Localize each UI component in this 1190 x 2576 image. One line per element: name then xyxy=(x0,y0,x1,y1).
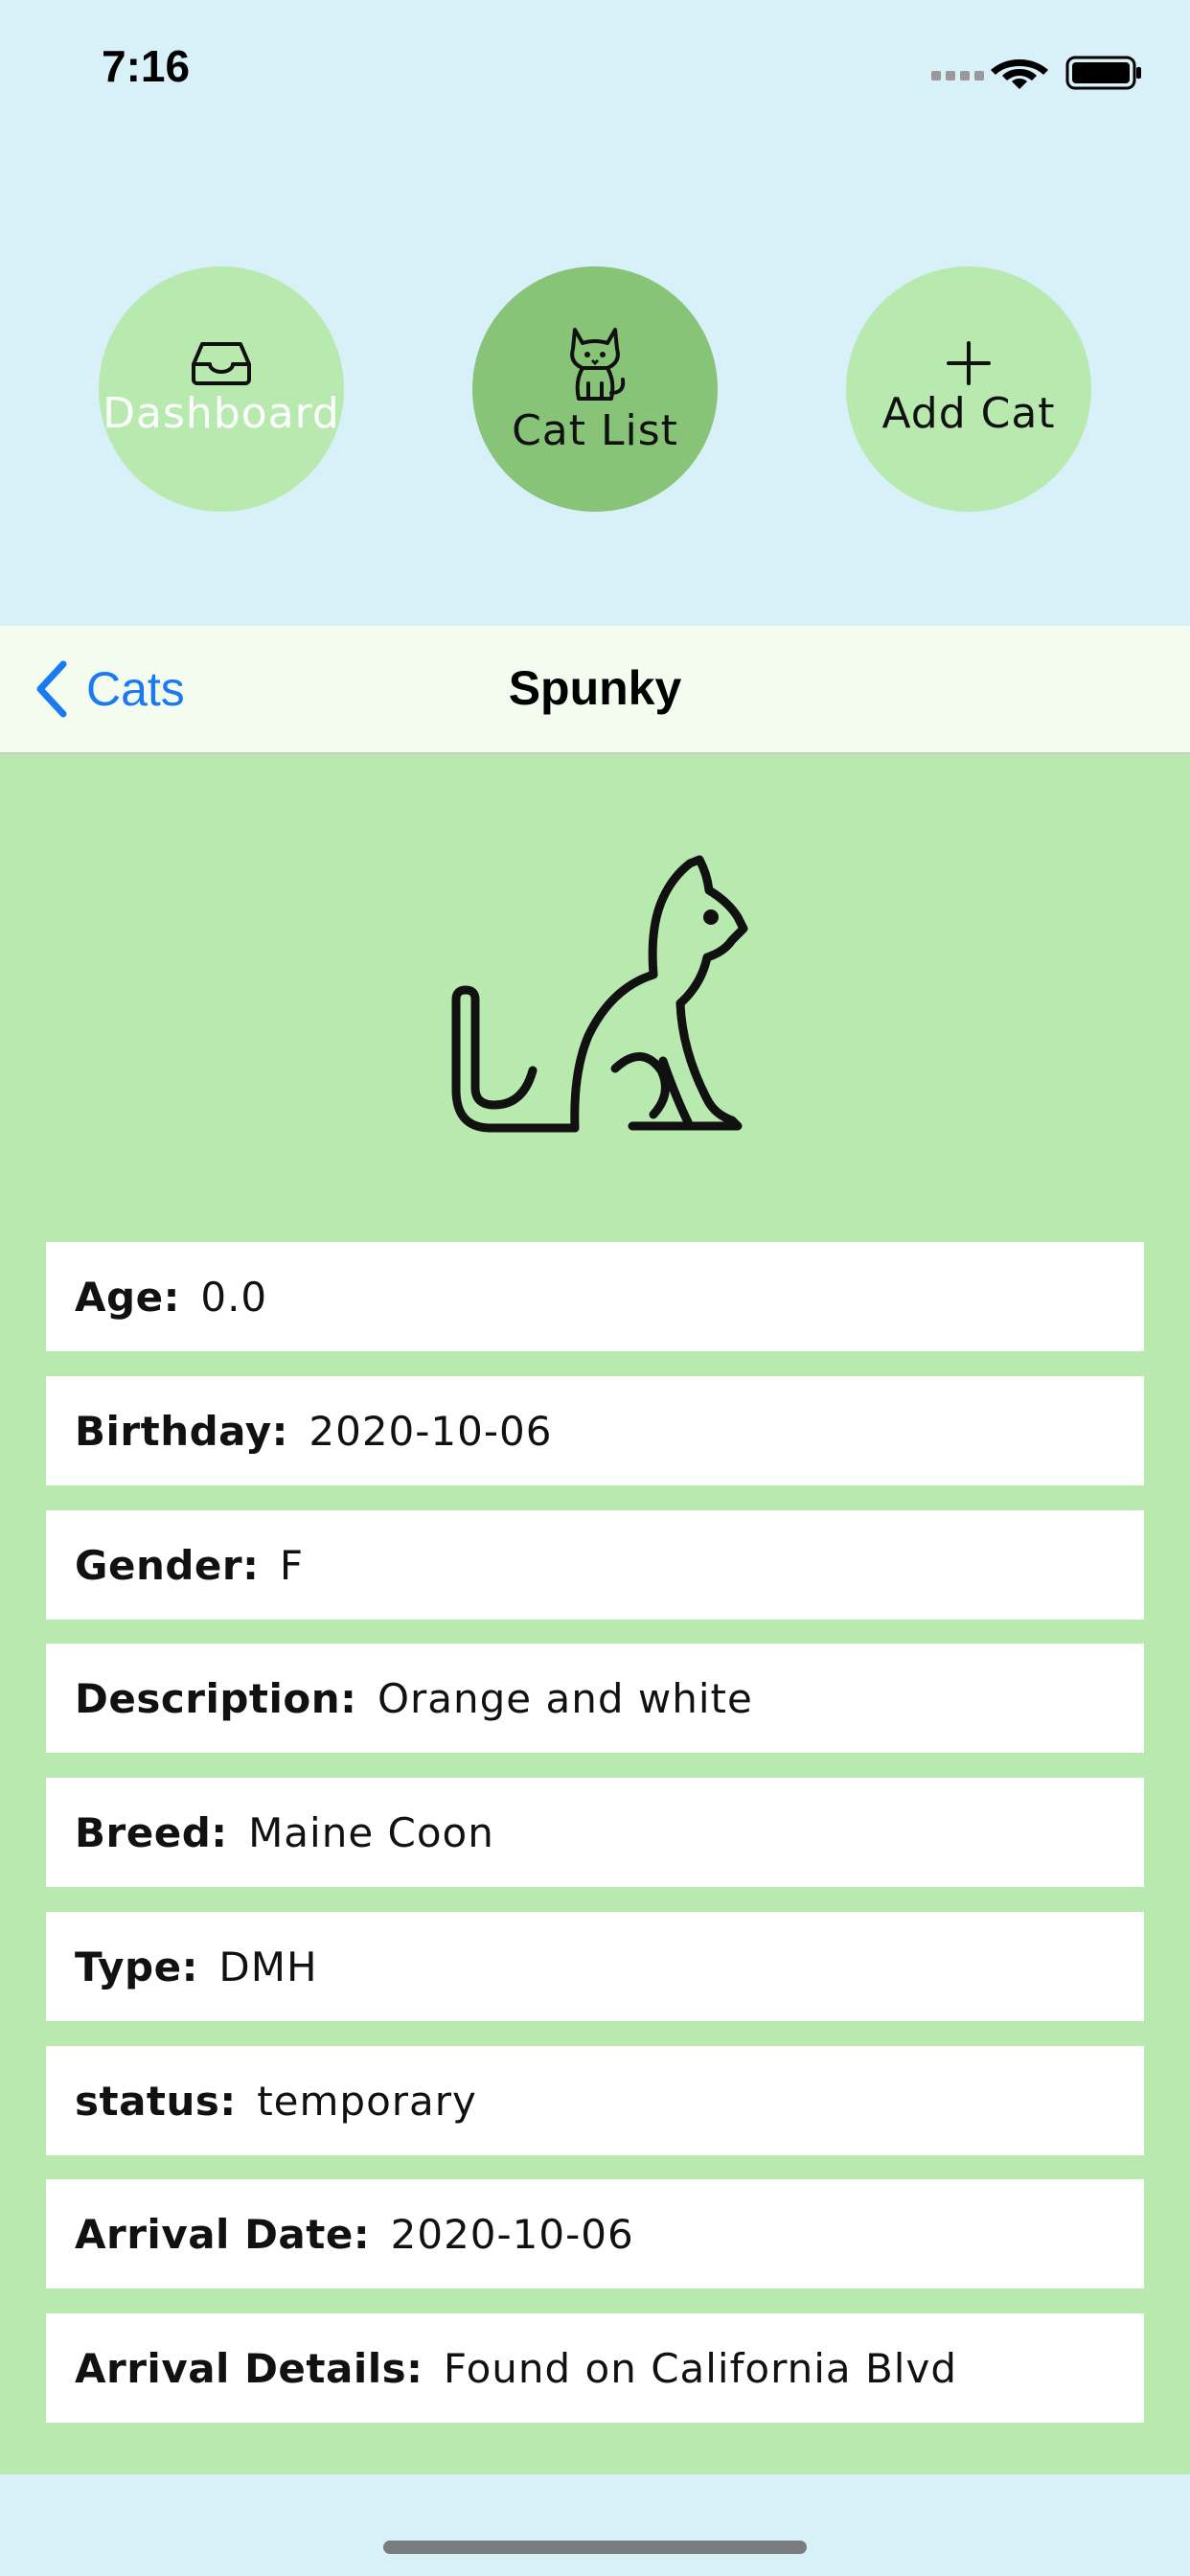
detail-row-age: Age: 0.0 xyxy=(46,1242,1144,1351)
battery-icon xyxy=(1065,56,1141,90)
detail-row-gender: Gender: F xyxy=(46,1510,1144,1620)
detail-value: F xyxy=(279,1541,305,1589)
wifi-icon xyxy=(991,59,1048,89)
detail-value: 0.0 xyxy=(200,1273,268,1321)
detail-row-breed: Breed: Maine Coon xyxy=(46,1778,1144,1887)
tab-bar: Dashboard Cat List Add Cat xyxy=(0,266,1190,512)
detail-label: Breed xyxy=(75,1808,212,1856)
cat-detail-content: Age: 0.0 Birthday: 2020-10-06 Gender: F … xyxy=(0,754,1190,2474)
tab-add-cat-label: Add Cat xyxy=(881,388,1056,438)
page-title: Spunky xyxy=(508,661,682,715)
detail-row-birthday: Birthday: 2020-10-06 xyxy=(46,1376,1144,1485)
status-time: 7:16 xyxy=(102,41,191,91)
detail-label: Birthday xyxy=(75,1407,272,1455)
navigation-bar: Cats Spunky xyxy=(0,626,1190,754)
detail-value: Maine Coon xyxy=(248,1808,494,1856)
detail-label: Type xyxy=(75,1943,182,1990)
detail-label: Description xyxy=(75,1674,341,1722)
detail-value: Orange and white xyxy=(377,1674,753,1722)
status-icons xyxy=(931,56,1141,90)
detail-row-type: Type: DMH xyxy=(46,1912,1144,2021)
tray-icon xyxy=(192,341,251,385)
cat-silhouette-icon xyxy=(451,855,748,1133)
tab-cat-list[interactable]: Cat List xyxy=(472,266,718,512)
tab-cat-list-label: Cat List xyxy=(512,405,678,455)
tab-dashboard-label: Dashboard xyxy=(103,388,340,438)
detail-label: status xyxy=(75,2077,220,2125)
detail-row-arrival-details: Arrival Details: Found on California Blv… xyxy=(46,2313,1144,2423)
detail-value: 2020-10-06 xyxy=(309,1407,553,1455)
detail-value: temporary xyxy=(257,2077,477,2125)
detail-value: DMH xyxy=(218,1943,318,1990)
detail-value: Found on California Blvd xyxy=(443,2344,957,2392)
detail-row-description: Description: Orange and white xyxy=(46,1644,1144,1753)
status-bar: 7:16 xyxy=(0,0,1190,144)
detail-label: Age xyxy=(75,1273,164,1321)
detail-label: Arrival Details xyxy=(75,2344,407,2392)
tab-add-cat[interactable]: Add Cat xyxy=(846,266,1091,512)
detail-row-arrival-date: Arrival Date: 2020-10-06 xyxy=(46,2179,1144,2288)
cat-icon xyxy=(570,327,626,401)
plus-icon xyxy=(947,340,991,385)
tab-dashboard[interactable]: Dashboard xyxy=(99,266,344,512)
cellular-signal-icon xyxy=(931,71,984,80)
detail-value: 2020-10-06 xyxy=(390,2210,634,2258)
detail-row-status: status: temporary xyxy=(46,2046,1144,2155)
home-indicator[interactable] xyxy=(383,2541,807,2554)
detail-label: Gender xyxy=(75,1541,243,1589)
detail-label: Arrival Date xyxy=(75,2210,354,2258)
